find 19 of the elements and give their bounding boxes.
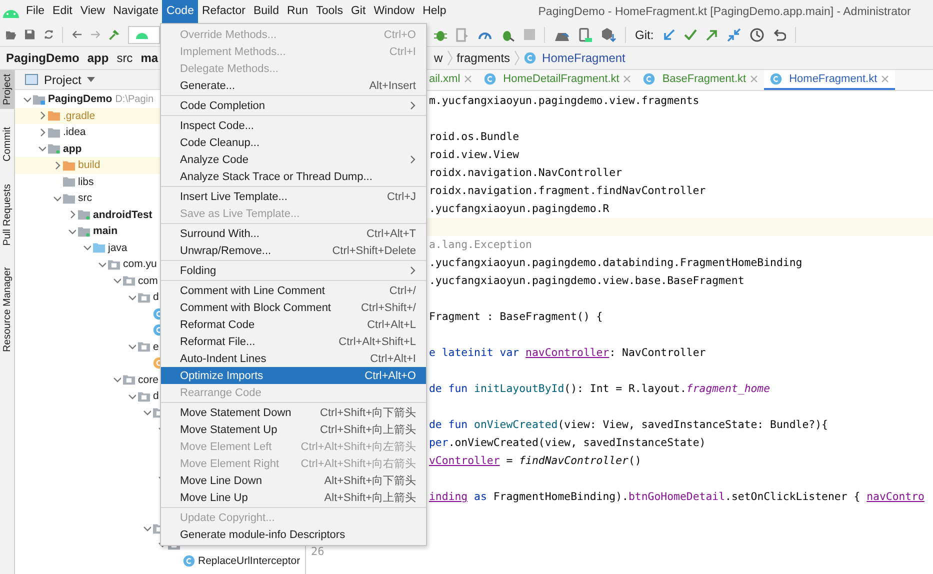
code-line: roid.os.Bundle [429, 129, 520, 145]
code-line: .yucfangxiaoyun.pagingdemo.view.base.BaseFragment [429, 273, 744, 289]
line-number: 26 [311, 544, 324, 558]
code-line: de fun initLayoutById(): Int = R.layout.fragment_home [429, 381, 770, 397]
window-title: PagingDemo - HomeFragment.kt [PagingDemo.app.main] - Administrator [538, 6, 911, 18]
code-line: Fragment : BaseFragment() { [429, 309, 603, 325]
code-line: .yucfangxiaoyun.pagingdemo.databinding.FragmentHomeBinding [429, 255, 802, 271]
code-line: inding as FragmentHomeBinding).btnGoHomeDetail.setOnClickListener { navContro [429, 489, 924, 505]
code-line: m.yucfangxiaoyun.pagingdemo.view.fragments [429, 93, 700, 109]
code-line: per.onViewCreated(view, savedInstanceState) [429, 435, 706, 451]
code-line: roid.view.View [429, 147, 520, 163]
code-line: vController = findNavController() [429, 453, 642, 469]
git-label: Git: [635, 28, 654, 42]
code-line: .yucfangxiaoyun.pagingdemo.R [429, 201, 610, 217]
code-line: roidx.navigation.NavController [429, 165, 622, 181]
code-line: a.lang.Exception [429, 237, 532, 253]
code-line: de fun onViewCreated(view: View, savedInstanceState: Bundle?){ [429, 417, 828, 433]
code-line: e lateinit var navController: NavController [429, 345, 706, 361]
code-line: roidx.navigation.fragment.findNavController [429, 183, 706, 199]
